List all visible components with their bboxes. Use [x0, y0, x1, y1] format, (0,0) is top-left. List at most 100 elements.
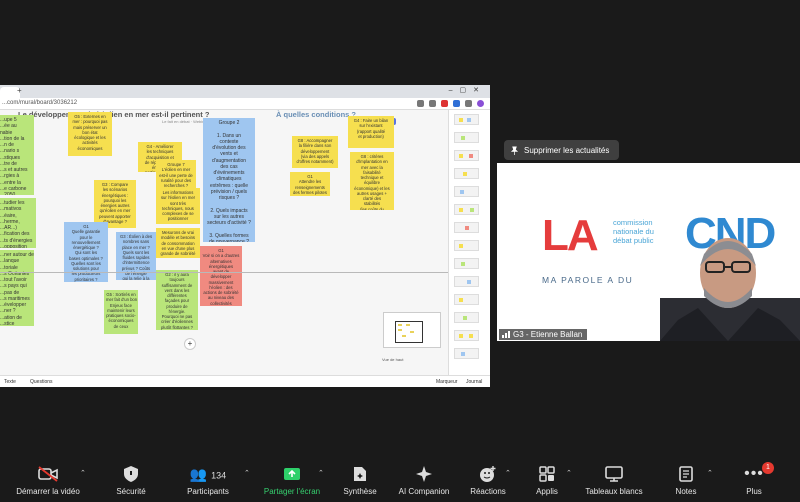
zoom-controls[interactable]: Vue de haut — [382, 357, 446, 365]
meeting-toolbar: Démarrer la vidéo ⌃ Sécurité 👥 134 Parti… — [0, 457, 800, 502]
marker-tool[interactable]: Marqueur — [436, 379, 457, 385]
new-tab-icon[interactable]: + — [17, 86, 22, 95]
sticky-note[interactable]: ...ner autour de ...lanque ...toriale ..… — [0, 250, 34, 326]
apps-icon — [539, 466, 555, 482]
extension-icon[interactable] — [441, 100, 448, 107]
outline-thumb[interactable] — [454, 114, 479, 125]
sticky-note[interactable]: Mesurons de vrai modèle et besoins de co… — [156, 228, 200, 258]
sticky-note[interactable]: Les informations sur l'éolien en mer son… — [156, 188, 200, 224]
participants-icon: 👥 134 — [189, 466, 227, 482]
cndp-logo-text: commission nationale du débat public — [613, 218, 654, 245]
apps-label: Applis — [536, 487, 558, 496]
sticky-note[interactable]: ...tudier les ...mativos ...éaire, ...he… — [0, 198, 36, 248]
extension-icon[interactable] — [429, 100, 436, 107]
zoom-label[interactable]: Vue de haut — [382, 357, 403, 362]
sticky-note[interactable]: G8 : Accompagner la filière dans son dév… — [292, 136, 338, 168]
share-screen-button[interactable]: Partager l'écran — [258, 465, 326, 496]
start-video-label: Démarrer la vidéo — [16, 487, 80, 496]
signal-bars-icon — [502, 331, 510, 338]
board-title: Le développement de l'éolien en mer est-… — [18, 110, 210, 119]
sticky-note[interactable]: ...upe 5 ...ée au nabie ...tion de la ..… — [0, 115, 34, 195]
text-tool[interactable]: Texte — [4, 379, 16, 385]
outline-thumb[interactable] — [454, 222, 479, 233]
questions-tool[interactable]: Questions — [30, 379, 53, 385]
notes-icon — [679, 466, 693, 482]
participant-video[interactable]: LA commission nationale du débat public … — [497, 163, 800, 341]
chevron-up-icon[interactable]: ⌃ — [244, 469, 250, 477]
outline-panel[interactable] — [448, 110, 490, 387]
whiteboards-button[interactable]: Tableaux blancs — [580, 465, 648, 496]
reactions-label: Réactions — [470, 487, 506, 496]
sticky-note[interactable]: G8 : critères d'implantation en mer avec… — [350, 152, 394, 210]
chevron-up-icon[interactable]: ⌃ — [505, 469, 511, 477]
participant-count: 134 — [211, 470, 227, 481]
pin-icon — [510, 146, 519, 155]
sticky-note[interactable]: G2 : il y aura toujours suffisamment de … — [156, 270, 198, 330]
notification-badge: 1 — [762, 462, 774, 474]
outline-thumb[interactable] — [454, 168, 479, 179]
chevron-up-icon[interactable]: ⌃ — [318, 469, 324, 477]
more-label: Plus — [746, 487, 762, 496]
whiteboards-label: Tableaux blancs — [585, 487, 643, 496]
sticky-note[interactable]: G5 : Sortirés en mer fait d'un bon Enjeu… — [104, 290, 138, 334]
participants-label: Participants — [187, 487, 229, 496]
outline-thumb[interactable] — [454, 330, 479, 341]
sticky-note[interactable]: G1 Attendre les renseignements des ferme… — [290, 172, 330, 196]
participants-button[interactable]: 👥 134 Participants — [176, 465, 240, 496]
url-text[interactable]: ...com/mural/board/3036212 — [2, 100, 77, 106]
start-video-button[interactable]: Démarrer la vidéo — [10, 465, 86, 496]
outline-thumb[interactable] — [454, 240, 479, 251]
profile-icon[interactable] — [477, 100, 484, 107]
outline-thumb[interactable] — [454, 348, 479, 359]
whiteboard-icon — [605, 466, 623, 482]
board-bottom-bar: Texte Questions Marqueur Journal — [0, 375, 490, 387]
share-screen-label: Partager l'écran — [263, 487, 321, 496]
extension-icon[interactable] — [417, 100, 424, 107]
address-bar[interactable]: ...com/mural/board/3036212 — [0, 98, 490, 110]
outline-thumb[interactable] — [454, 294, 479, 305]
sticky-note[interactable]: G1 Quelle garantie pour le renouvellemen… — [64, 222, 108, 282]
zoom-meeting-window: + –▢✕ ...com/mural/board/3036212 Le déve… — [0, 0, 800, 502]
cndp-tagline: MA PAROLE A DU — [542, 275, 634, 285]
chevron-up-icon[interactable]: ⌃ — [80, 469, 86, 477]
outline-thumb[interactable] — [454, 204, 479, 215]
mural-board[interactable]: Le développement de l'éolien en mer est-… — [0, 110, 448, 375]
ai-companion-button[interactable]: AI Companion — [392, 465, 456, 496]
add-icon[interactable]: + — [184, 338, 196, 350]
participant-name-tag: G3 - Etienne Ballan — [499, 329, 588, 340]
browser-tab-bar: + –▢✕ — [0, 85, 490, 98]
reactions-icon — [480, 466, 496, 482]
outline-thumb[interactable] — [454, 150, 479, 161]
outline-thumb[interactable] — [454, 258, 479, 269]
chevron-up-icon[interactable]: ⌃ — [707, 469, 713, 477]
apps-button[interactable]: Applis — [528, 465, 566, 496]
sticky-note-groupe2[interactable]: Groupe 2 1. Dans un contexte d'évolution… — [203, 118, 255, 242]
reactions-button[interactable]: Réactions — [466, 465, 510, 496]
ai-companion-label: AI Companion — [398, 487, 450, 496]
mini-map[interactable] — [383, 312, 441, 348]
sparkle-icon — [416, 466, 432, 482]
summary-button[interactable]: Synthèse — [338, 465, 382, 496]
outline-thumb[interactable] — [454, 276, 479, 287]
outline-thumb[interactable] — [454, 186, 479, 197]
shared-screen[interactable]: + –▢✕ ...com/mural/board/3036212 Le déve… — [0, 85, 490, 387]
sticky-note[interactable]: G5 : Externes en mer : pourquoi pas mais… — [68, 112, 112, 156]
chevron-up-icon[interactable]: ⌃ — [566, 469, 572, 477]
cndp-logo-left: LA — [542, 211, 599, 260]
outline-thumb[interactable] — [454, 312, 479, 323]
sticky-note[interactable]: G3 : Compare les scénarios énergétiques … — [94, 180, 136, 228]
extension-icon[interactable] — [453, 100, 460, 107]
board-title-2: À quelles conditions ? — [276, 110, 357, 119]
sticky-note[interactable]: G4 : Faire un bilan sur l'existant (rapp… — [348, 116, 394, 148]
video-off-icon — [38, 466, 58, 482]
security-button[interactable]: Sécurité — [108, 465, 154, 496]
extension-icon[interactable] — [465, 100, 472, 107]
security-label: Sécurité — [116, 487, 146, 496]
sticky-note[interactable]: G1 Voir si on a d'autres alternatives én… — [200, 246, 242, 306]
notification-banner[interactable]: Supprimer les actualités — [504, 140, 619, 160]
journal-tool[interactable]: Journal — [466, 379, 482, 385]
window-controls[interactable]: –▢✕ — [449, 86, 486, 94]
outline-thumb[interactable] — [454, 132, 479, 143]
notes-button[interactable]: Notes — [668, 465, 704, 496]
share-screen-icon — [284, 468, 300, 480]
